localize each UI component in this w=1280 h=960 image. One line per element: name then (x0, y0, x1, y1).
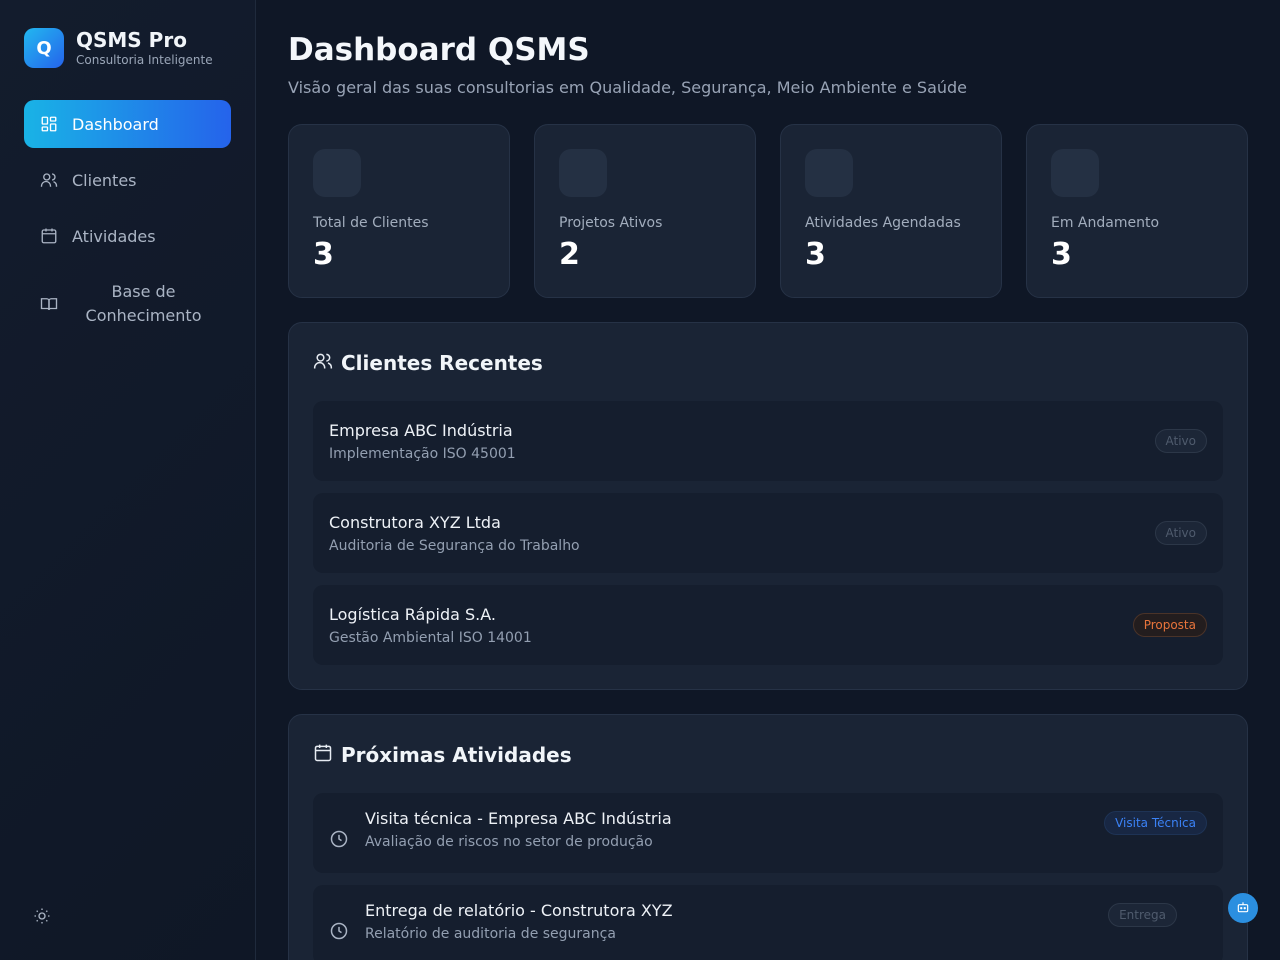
client-list: Empresa ABC Indústria Implementação ISO … (313, 401, 1223, 665)
theme-toggle-button[interactable] (32, 908, 52, 928)
client-name: Construtora XYZ Ltda (329, 512, 501, 532)
sidebar: Q QSMS Pro Consultoria Inteligente Dashb… (0, 0, 256, 960)
activity-detail: Avaliação de riscos no setor de produção (365, 834, 653, 850)
stat-card-total-clientes: Total de Clientes 3 (288, 124, 510, 298)
status-badge: Proposta (1132, 613, 1207, 637)
users-icon (313, 351, 333, 375)
panel-title: Próximas Atividades (341, 743, 572, 767)
calendar-icon (313, 743, 333, 767)
upcoming-activities-panel: Próximas Atividades Visita técnica - Emp… (288, 714, 1248, 960)
client-name: Empresa ABC Indústria (329, 420, 513, 440)
clock-icon (329, 921, 349, 941)
client-row[interactable]: Construtora XYZ Ltda Auditoria de Segura… (313, 493, 1223, 573)
page-title: Dashboard QSMS (288, 32, 590, 68)
activity-list: Visita técnica - Empresa ABC Indústria A… (313, 793, 1223, 960)
activity-title: Visita técnica - Empresa ABC Indústria (365, 809, 672, 828)
sidebar-nav: Dashboard Clientes Atividades Base de Co… (24, 100, 231, 336)
activity-tag: Entrega (1108, 903, 1177, 927)
stat-label: Em Andamento (1051, 215, 1160, 231)
sidebar-item-label: Dashboard (72, 114, 159, 134)
stat-card-projetos-ativos: Projetos Ativos 2 (534, 124, 756, 298)
activity-title: Entrega de relatório - Construtora XYZ (365, 901, 673, 920)
calendar-icon (40, 227, 58, 245)
assistant-button[interactable] (1228, 893, 1258, 923)
client-info: Empresa ABC Indústria Implementação ISO … (329, 421, 1155, 462)
client-detail: Auditoria de Segurança do Trabalho (329, 537, 580, 554)
sidebar-item-label: Base de Conhecimento (85, 282, 202, 325)
main-content: Dashboard QSMS Visão geral das suas cons… (256, 0, 1280, 960)
stat-icon (805, 149, 853, 197)
sun-icon (33, 907, 51, 929)
client-name: Logística Rápida S.A. (329, 604, 496, 624)
brand-title: QSMS Pro (76, 28, 187, 52)
panel-title: Clientes Recentes (341, 351, 543, 375)
page-subtitle: Visão geral das suas consultorias em Qua… (288, 78, 968, 97)
status-badge: Ativo (1154, 429, 1207, 453)
stat-icon (1051, 149, 1099, 197)
activity-tag: Visita Técnica (1104, 811, 1207, 835)
recent-clients-panel: Clientes Recentes Empresa ABC Indústria … (288, 322, 1248, 690)
stat-label: Atividades Agendadas (805, 215, 961, 231)
client-detail: Gestão Ambiental ISO 14001 (329, 629, 532, 646)
stat-label: Total de Clientes (313, 215, 429, 231)
panel-header: Próximas Atividades (313, 741, 1223, 769)
client-info: Construtora XYZ Ltda Auditoria de Segura… (329, 513, 1155, 554)
activity-row[interactable]: Entrega de relatório - Construtora XYZ R… (313, 885, 1223, 960)
activity-detail: Relatório de auditoria de segurança (365, 926, 616, 942)
stat-card-em-andamento: Em Andamento 3 (1026, 124, 1248, 298)
stat-icon (313, 149, 361, 197)
stat-value: 3 (805, 237, 826, 272)
activity-row[interactable]: Visita técnica - Empresa ABC Indústria A… (313, 793, 1223, 873)
stats-row: Total de Clientes 3 Projetos Ativos 2 At… (288, 124, 1248, 298)
sidebar-item-label: Clientes (72, 170, 137, 190)
sidebar-item-label: Atividades (72, 226, 156, 246)
stat-label: Projetos Ativos (559, 215, 663, 231)
sidebar-item-dashboard[interactable]: Dashboard (24, 100, 231, 148)
sidebar-item-atividades[interactable]: Atividades (24, 212, 231, 260)
brand-logo: Q (24, 28, 64, 68)
client-info: Logística Rápida S.A. Gestão Ambiental I… (329, 605, 1133, 646)
sidebar-item-clientes[interactable]: Clientes (24, 156, 231, 204)
stat-card-atividades-agendadas: Atividades Agendadas 3 (780, 124, 1002, 298)
client-row[interactable]: Logística Rápida S.A. Gestão Ambiental I… (313, 585, 1223, 665)
sidebar-item-base-conhecimento[interactable]: Base de Conhecimento (24, 272, 231, 336)
brand-subtitle: Consultoria Inteligente (76, 53, 213, 67)
stat-value: 3 (1051, 237, 1072, 272)
stat-value: 2 (559, 237, 580, 272)
users-icon (40, 171, 58, 189)
book-open-icon (40, 295, 58, 313)
client-row[interactable]: Empresa ABC Indústria Implementação ISO … (313, 401, 1223, 481)
activity-info: Entrega de relatório - Construtora XYZ R… (365, 901, 1108, 942)
dashboard-grid-icon (40, 115, 58, 133)
panel-header: Clientes Recentes (313, 349, 1223, 377)
clock-icon (329, 829, 349, 849)
brand-text: QSMS Pro Consultoria Inteligente (76, 28, 213, 68)
status-badge: Ativo (1154, 521, 1207, 545)
brand: Q QSMS Pro Consultoria Inteligente (24, 26, 231, 70)
activity-info: Visita técnica - Empresa ABC Indústria A… (365, 809, 1104, 850)
stat-icon (559, 149, 607, 197)
stat-value: 3 (313, 237, 334, 272)
client-detail: Implementação ISO 45001 (329, 445, 516, 462)
bot-icon (1236, 899, 1250, 918)
